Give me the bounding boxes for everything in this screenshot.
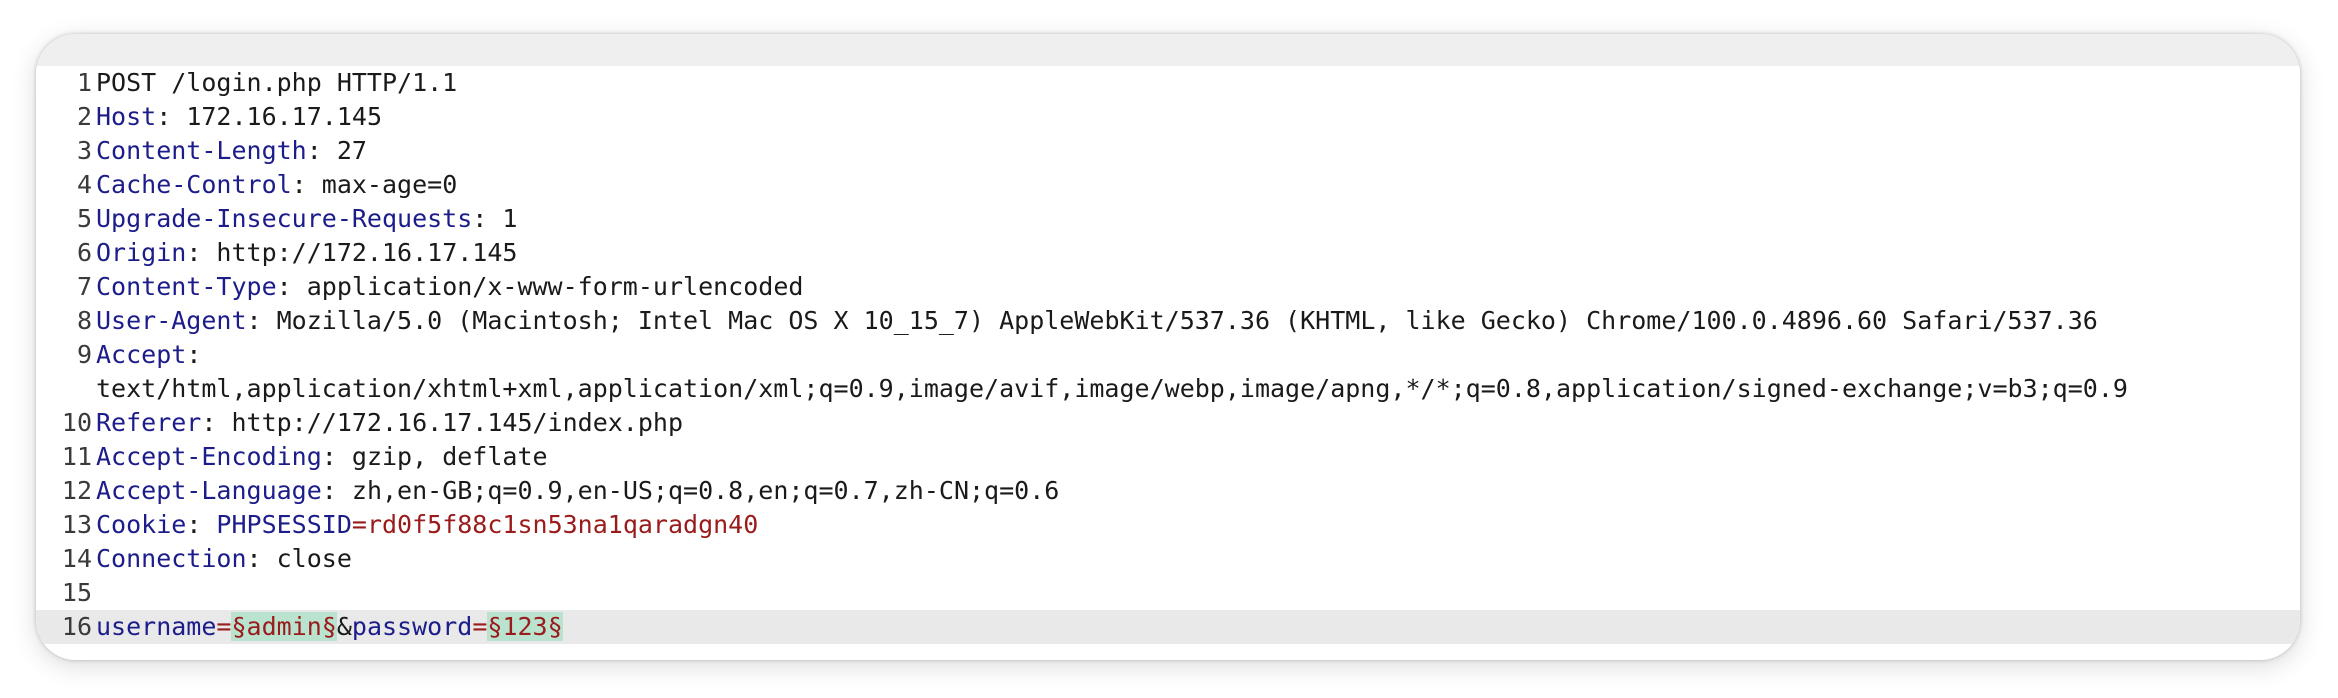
header-line[interactable]: 7 Content-Type: application/x-www-form-u… — [36, 270, 2300, 304]
header-value: http://172.16.17.145/index.php — [231, 408, 684, 437]
cookie-name: PHPSESSID — [216, 510, 352, 539]
header-name: Referer — [96, 408, 202, 437]
line-number: 13 — [61, 510, 92, 539]
header-value: gzip, deflate — [351, 442, 548, 471]
header-value: max-age=0 — [321, 170, 458, 199]
cookie-value: rd0f5f88c1sn53na1qaradgn40 — [366, 510, 759, 539]
header-line-accept[interactable]: 9 Accept: text/html,application/xhtml+xm… — [36, 338, 2300, 406]
header-value: 172.16.17.145 — [186, 102, 382, 131]
line-number: 9 — [76, 340, 92, 369]
header-value: text/html,application/xhtml+xml,applicat… — [96, 374, 2128, 403]
line-number: 6 — [76, 238, 92, 267]
header-line[interactable]: 5 Upgrade-Insecure-Requests: 1 — [36, 202, 2300, 236]
line-number: 12 — [61, 476, 92, 505]
line-number: 2 — [76, 102, 92, 131]
line-number: 16 — [61, 612, 92, 641]
header-line[interactable]: 11 Accept-Encoding: gzip, deflate — [36, 440, 2300, 474]
header-name: Accept-Encoding — [96, 442, 322, 471]
header-name: User-Agent — [96, 306, 247, 335]
param-name-password: password — [351, 612, 473, 641]
payload-marker-admin[interactable]: §admin§ — [231, 612, 337, 641]
header-name: Connection — [96, 544, 247, 573]
header-value: application/x-www-form-urlencoded — [306, 272, 804, 301]
header-name: Cache-Control — [96, 170, 292, 199]
header-value: http://172.16.17.145 — [216, 238, 518, 267]
header-value: 1 — [502, 204, 518, 233]
request-line[interactable]: 1 POST /login.php HTTP/1.1 — [36, 66, 2300, 100]
line-number: 4 — [76, 170, 92, 199]
header-name: Content-Length — [96, 136, 307, 165]
payload-marker-123[interactable]: §123§ — [487, 612, 563, 641]
blank-line[interactable]: 15 — [36, 576, 2300, 610]
header-line[interactable]: 6 Origin: http://172.16.17.145 — [36, 236, 2300, 270]
param-name-username: username — [96, 612, 217, 641]
line-number: 14 — [61, 544, 92, 573]
header-value: zh,en-GB;q=0.9,en-US;q=0.8,en;q=0.7,zh-C… — [351, 476, 1060, 505]
header-name: Host — [96, 102, 157, 131]
header-line[interactable]: 12 Accept-Language: zh,en-GB;q=0.9,en-US… — [36, 474, 2300, 508]
body-line[interactable]: 16 username=§admin§&password=§123§ — [36, 610, 2300, 644]
line-number: 1 — [76, 68, 92, 97]
header-name: Accept-Language — [96, 476, 322, 505]
header-name: Cookie — [96, 510, 187, 539]
request-line-text: POST /login.php HTTP/1.1 — [96, 68, 458, 97]
header-name: Content-Type — [96, 272, 277, 301]
line-number: 7 — [76, 272, 92, 301]
header-line[interactable]: 8 User-Agent: Mozilla/5.0 (Macintosh; In… — [36, 304, 2300, 338]
line-number: 8 — [76, 306, 92, 335]
header-line[interactable]: 2 Host: 172.16.17.145 — [36, 100, 2300, 134]
editor-top-bar — [36, 34, 2300, 66]
header-line[interactable]: 14 Connection: close — [36, 542, 2300, 576]
header-name: Origin — [96, 238, 187, 267]
header-line[interactable]: 3 Content-Length: 27 — [36, 134, 2300, 168]
request-editor-window: 1 POST /login.php HTTP/1.1 2 Host: 172.1… — [36, 34, 2300, 660]
header-name: Upgrade-Insecure-Requests — [96, 204, 473, 233]
line-number: 11 — [61, 442, 92, 471]
header-name: Accept — [96, 340, 187, 369]
header-line[interactable]: 10 Referer: http://172.16.17.145/index.p… — [36, 406, 2300, 440]
cookie-line[interactable]: 13 Cookie: PHPSESSID=rd0f5f88c1sn53na1qa… — [36, 508, 2300, 542]
header-value: close — [276, 544, 352, 573]
line-number: 5 — [76, 204, 92, 233]
header-value: Mozilla/5.0 (Macintosh; Intel Mac OS X 1… — [276, 306, 2098, 335]
line-number: 15 — [61, 578, 92, 607]
header-value: 27 — [336, 136, 367, 165]
raw-request-editor[interactable]: 1 POST /login.php HTTP/1.1 2 Host: 172.1… — [36, 66, 2300, 660]
line-number: 10 — [61, 408, 92, 437]
line-number: 3 — [76, 136, 92, 165]
header-line[interactable]: 4 Cache-Control: max-age=0 — [36, 168, 2300, 202]
